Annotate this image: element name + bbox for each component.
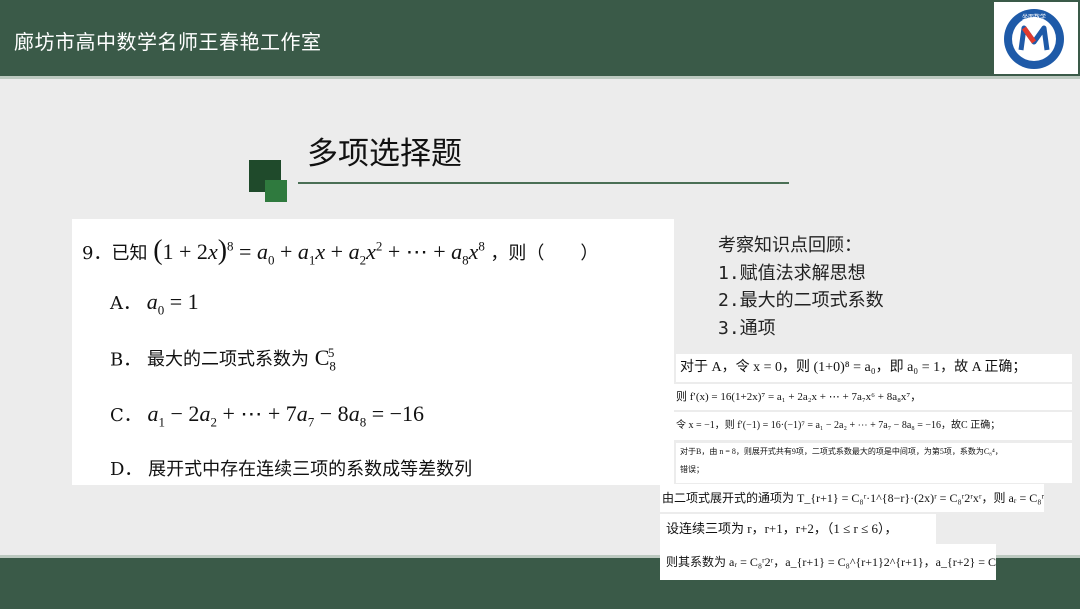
solution-line-2: 则 f′(x) = 16(1+2x)⁷ = a₁ + 2a₂x + ⋯ + 7a… bbox=[672, 384, 1072, 410]
option-a-label: A． bbox=[110, 293, 141, 314]
logo-text: 坐而数学 bbox=[1022, 13, 1046, 21]
option-d[interactable]: D． 展开式中存在连续三项的系数成等差数列 bbox=[110, 455, 472, 481]
logo-emblem: 坐而数学 bbox=[1004, 9, 1064, 69]
question-expression: (1 + 2x)8 = a0 + a1x + a2x2 + ⋯ + a8x8 bbox=[153, 235, 485, 268]
review-title: 考察知识点回顾： bbox=[718, 235, 862, 256]
option-c-label: C． bbox=[110, 405, 142, 426]
header-bar: 廊坊市高中数学名师王春艳工作室 bbox=[0, 0, 1080, 76]
solution-line-3: 令 x = −1，则 f′(−1) = 16·(−1)⁷ = a₁ − 2a₂ … bbox=[672, 412, 1072, 440]
logo: 坐而数学 bbox=[994, 2, 1078, 74]
option-c[interactable]: C． a1 − 2a2 + ⋯ + 7a7 − 8a8 = −16 bbox=[110, 401, 424, 430]
option-d-content: 展开式中存在连续三项的系数成等差数列 bbox=[148, 459, 473, 480]
solution-line-7: 设连续三项为 r，r+1，r+2，（1 ≤ r ≤ 6）， bbox=[660, 514, 936, 544]
question-tail: ，则（ ） bbox=[490, 243, 599, 264]
solution-line-1: 对于 A，令 x = 0，则 (1+0)⁸ = a₀，即 a₀ = 1，故 A … bbox=[676, 354, 1072, 382]
section-title: 多项选择题 bbox=[307, 136, 462, 172]
review-item: 2.最大的二项式系数 bbox=[718, 290, 884, 311]
question-number: 9．已知 bbox=[82, 243, 148, 264]
review-item: 1.赋值法求解思想 bbox=[718, 262, 866, 284]
option-b-content: 最大的二项式系数为 C85 bbox=[146, 345, 336, 374]
question-stem: 9．已知 (1 + 2x)8 = a0 + a1x + a2x2 + ⋯ + a… bbox=[82, 235, 598, 268]
option-d-label: D． bbox=[110, 459, 143, 480]
solution-line-4-block: 对于B，由 n = 8，则展开式共有9项，二项式系数最大的项是中间项，为第5项，… bbox=[676, 443, 1072, 483]
header-divider bbox=[0, 76, 1080, 79]
solution-line-5: 错误； bbox=[680, 465, 704, 474]
option-b-label: B． bbox=[110, 349, 142, 371]
review-panel: 考察知识点回顾： 1.赋值法求解思想 2.最大的二项式系数 3.通项 bbox=[718, 232, 884, 342]
solution-line-4: 对于B，由 n = 8，则展开式共有9项，二项式系数最大的项是中间项，为第5项，… bbox=[680, 447, 1003, 456]
option-b[interactable]: B． 最大的二项式系数为 C85 bbox=[110, 345, 336, 375]
review-item: 3.通项 bbox=[718, 317, 776, 339]
title-underline bbox=[298, 182, 789, 184]
decor-square-light bbox=[265, 180, 287, 202]
solution-line-8: 则其系数为 aᵣ = C₈ʳ2ʳ，a_{r+1} = C₈^{r+1}2^{r+… bbox=[660, 544, 996, 580]
option-a[interactable]: A． a0 = 1 bbox=[110, 289, 199, 318]
option-c-content: a1 − 2a2 + ⋯ + 7a7 − 8a8 = −16 bbox=[147, 401, 425, 430]
header-title: 廊坊市高中数学名师王春艳工作室 bbox=[14, 30, 322, 54]
question-card: 9．已知 (1 + 2x)8 = a0 + a1x + a2x2 + ⋯ + a… bbox=[72, 219, 674, 485]
solution-line-6: 由二项式展开式的通项为 T_{r+1} = C₈ʳ·1^{8−r}·(2x)ʳ … bbox=[660, 484, 1044, 512]
option-a-content: a0 = 1 bbox=[146, 289, 199, 318]
